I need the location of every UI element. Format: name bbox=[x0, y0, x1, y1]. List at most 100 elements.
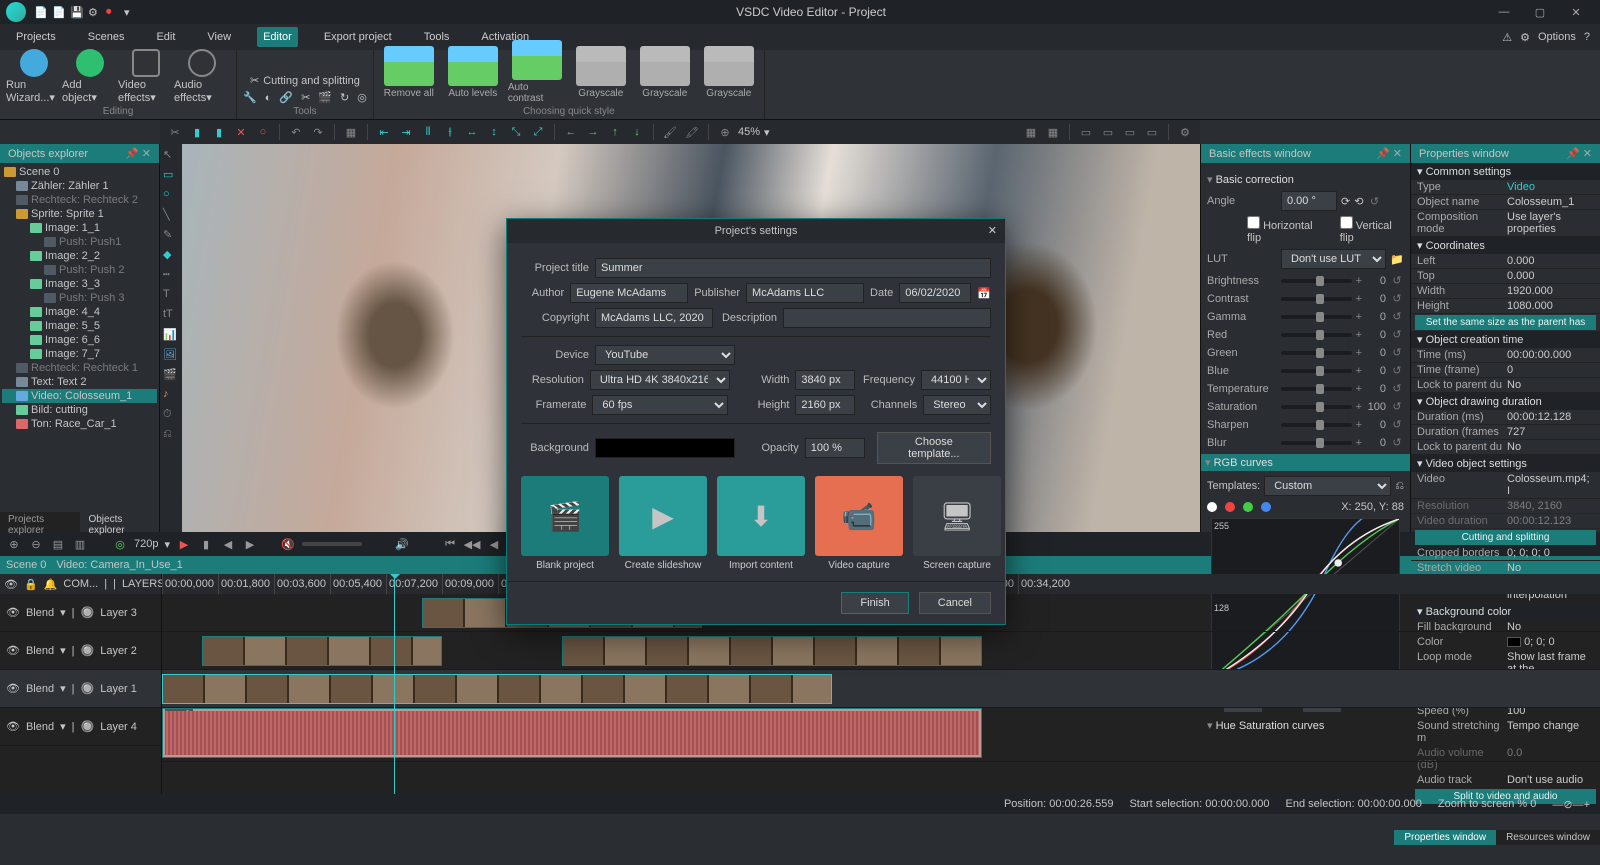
tree-node[interactable]: Bild: cutting bbox=[2, 403, 157, 417]
curves-template-select[interactable]: Custom bbox=[1264, 476, 1391, 496]
chart-icon[interactable]: 📊 bbox=[163, 328, 179, 344]
cutting-splitting-button[interactable]: Cutting and splitting bbox=[1415, 530, 1596, 545]
gear-icon[interactable]: ⚙ bbox=[1176, 123, 1194, 141]
description-input[interactable] bbox=[783, 308, 991, 328]
quick-access[interactable]: 📄📄💾⚙⏺▾ bbox=[34, 6, 136, 18]
playhead[interactable] bbox=[394, 574, 395, 794]
quickstyle-grayscale3[interactable]: Grayscale bbox=[700, 46, 758, 99]
lut-select[interactable]: Don't use LUT bbox=[1281, 249, 1386, 269]
slider[interactable] bbox=[1281, 369, 1352, 373]
line-icon[interactable]: ╲ bbox=[163, 208, 179, 224]
tree-node[interactable]: Rechteck: Rechteck 2 bbox=[2, 193, 157, 207]
pen-icon[interactable]: ✎ bbox=[163, 228, 179, 244]
resolution-select[interactable]: Ultra HD 4K 3840x2160 pixels (16:9) bbox=[590, 370, 730, 390]
quality-icon[interactable]: ◎ bbox=[112, 536, 128, 552]
tree-node[interactable]: Image: 2_2 bbox=[2, 249, 157, 263]
menu-projects[interactable]: Projects bbox=[10, 27, 62, 47]
height-input[interactable] bbox=[795, 395, 855, 415]
timeline-clip[interactable] bbox=[162, 674, 832, 704]
subtitle-icon[interactable]: tT bbox=[163, 308, 179, 324]
author-input[interactable] bbox=[570, 283, 688, 303]
dialog-close-icon[interactable]: ✕ bbox=[988, 224, 997, 237]
layer-row[interactable]: 👁Blend▾|🔘Layer 4 bbox=[0, 708, 161, 746]
text-icon[interactable]: T bbox=[163, 288, 179, 304]
tree-node[interactable]: Push: Push 2 bbox=[2, 263, 157, 277]
choose-template-button[interactable]: Choose template... bbox=[877, 432, 991, 464]
calendar-icon[interactable]: 📅 bbox=[977, 287, 991, 300]
circle-icon[interactable]: ○ bbox=[163, 188, 179, 204]
copyright-input[interactable] bbox=[595, 308, 713, 328]
slider[interactable] bbox=[1281, 315, 1352, 319]
zoom-value[interactable]: 45% bbox=[738, 126, 760, 138]
tree-node[interactable]: Image: 4_4 bbox=[2, 305, 157, 319]
reset-icon[interactable]: ↺ bbox=[1390, 364, 1404, 377]
layer-row[interactable]: 👁Blend▾|🔘Layer 2 bbox=[0, 632, 161, 670]
cancel-button[interactable]: Cancel bbox=[919, 592, 991, 614]
menu-editor[interactable]: Editor bbox=[257, 27, 298, 47]
tree-node[interactable]: Zähler: Zähler 1 bbox=[2, 179, 157, 193]
audio-clip[interactable]: ost_2 bbox=[162, 708, 982, 758]
skip-start-icon[interactable]: ⏮ bbox=[442, 536, 458, 552]
tree-node[interactable]: Push: Push 3 bbox=[2, 291, 157, 305]
tree-node[interactable]: Image: 6_6 bbox=[2, 333, 157, 347]
sprite-icon[interactable]: ⎌ bbox=[163, 428, 179, 444]
menu-scenes[interactable]: Scenes bbox=[82, 27, 131, 47]
tile-import[interactable]: ⬇Import content bbox=[717, 476, 805, 571]
tab-objects-explorer[interactable]: Objects explorer bbox=[80, 512, 159, 532]
options-label[interactable]: Options bbox=[1538, 31, 1576, 43]
tile-blank[interactable]: 🎬Blank project bbox=[521, 476, 609, 571]
reset-icon[interactable]: ↺ bbox=[1390, 436, 1404, 449]
tree-node[interactable]: Scene 0 bbox=[2, 165, 157, 179]
mute-icon[interactable]: 🔇 bbox=[280, 536, 296, 552]
tree-node[interactable]: Image: 5_5 bbox=[2, 319, 157, 333]
tree-node[interactable]: Rechteck: Rechteck 1 bbox=[2, 361, 157, 375]
quickstyle-grayscale2[interactable]: Grayscale bbox=[636, 46, 694, 99]
layer-row[interactable]: 👁Blend▾|🔘Layer 1 bbox=[0, 670, 161, 708]
reset-icon[interactable]: ↺ bbox=[1390, 346, 1404, 359]
counter-icon[interactable]: ⏱ bbox=[163, 408, 179, 424]
framerate-select[interactable]: 60 fps bbox=[592, 395, 727, 415]
cut-icon[interactable]: ✂ bbox=[166, 123, 184, 141]
publisher-input[interactable] bbox=[746, 283, 864, 303]
close-button[interactable]: ✕ bbox=[1558, 6, 1594, 19]
menu-edit[interactable]: Edit bbox=[150, 27, 181, 47]
minimize-button[interactable]: — bbox=[1486, 6, 1522, 18]
quality-value[interactable]: 720p bbox=[134, 538, 158, 550]
redo-icon[interactable]: ↷ bbox=[309, 123, 327, 141]
frequency-select[interactable]: 44100 Hz bbox=[921, 370, 991, 390]
vflip-checkbox[interactable] bbox=[1340, 216, 1353, 229]
project-title-input[interactable] bbox=[595, 258, 991, 278]
device-select[interactable]: YouTube bbox=[595, 345, 735, 365]
help-icon[interactable]: ? bbox=[1584, 31, 1590, 43]
date-input[interactable] bbox=[899, 283, 971, 303]
video-icon[interactable]: 🎬 bbox=[163, 368, 179, 384]
timeline-clip[interactable]: Video: Camera_In_Use_1 bbox=[56, 559, 182, 571]
pin-icon[interactable]: 📌 ✕ bbox=[125, 147, 151, 160]
add-object-button[interactable]: Add object▾ bbox=[62, 49, 118, 104]
pointer-icon[interactable]: ↖ bbox=[163, 148, 179, 164]
shape-icon[interactable]: ◆ bbox=[163, 248, 179, 264]
layer-row[interactable]: 👁Blend▾|🔘Layer 3 bbox=[0, 594, 161, 632]
quickstyle-autocontrast[interactable]: Auto contrast bbox=[508, 40, 566, 104]
opacity-input[interactable] bbox=[805, 438, 865, 458]
tree-node[interactable]: Image: 7_7 bbox=[2, 347, 157, 361]
run-wizard-button[interactable]: Run Wizard...▾ bbox=[6, 49, 62, 104]
tile-screencap[interactable]: 🖥Screen capture bbox=[913, 476, 1001, 571]
menu-view[interactable]: View bbox=[201, 27, 237, 47]
tile-slideshow[interactable]: ▶Create slideshow bbox=[619, 476, 707, 571]
reset-icon[interactable]: ↺ bbox=[1390, 328, 1404, 341]
remove-icon[interactable]: ⊖ bbox=[28, 536, 44, 552]
hflip-checkbox[interactable] bbox=[1247, 216, 1260, 229]
tree-node[interactable]: Text: Text 2 bbox=[2, 375, 157, 389]
reset-icon[interactable]: ↺ bbox=[1390, 310, 1404, 323]
prev-frame-icon[interactable]: ◀◀ bbox=[464, 536, 480, 552]
image-icon[interactable]: 🖼 bbox=[163, 348, 179, 364]
tree-node[interactable]: Sprite: Sprite 1 bbox=[2, 207, 157, 221]
scissors-icon[interactable]: ✂ bbox=[250, 74, 259, 87]
timeline-scene[interactable]: Scene 0 bbox=[6, 559, 46, 571]
slider[interactable] bbox=[1281, 441, 1352, 445]
bg-color-picker[interactable] bbox=[595, 438, 735, 458]
audio-effects-button[interactable]: Audio effects▾ bbox=[174, 49, 230, 104]
audio-icon[interactable]: ♪ bbox=[163, 388, 179, 404]
undo-icon[interactable]: ↶ bbox=[287, 123, 305, 141]
